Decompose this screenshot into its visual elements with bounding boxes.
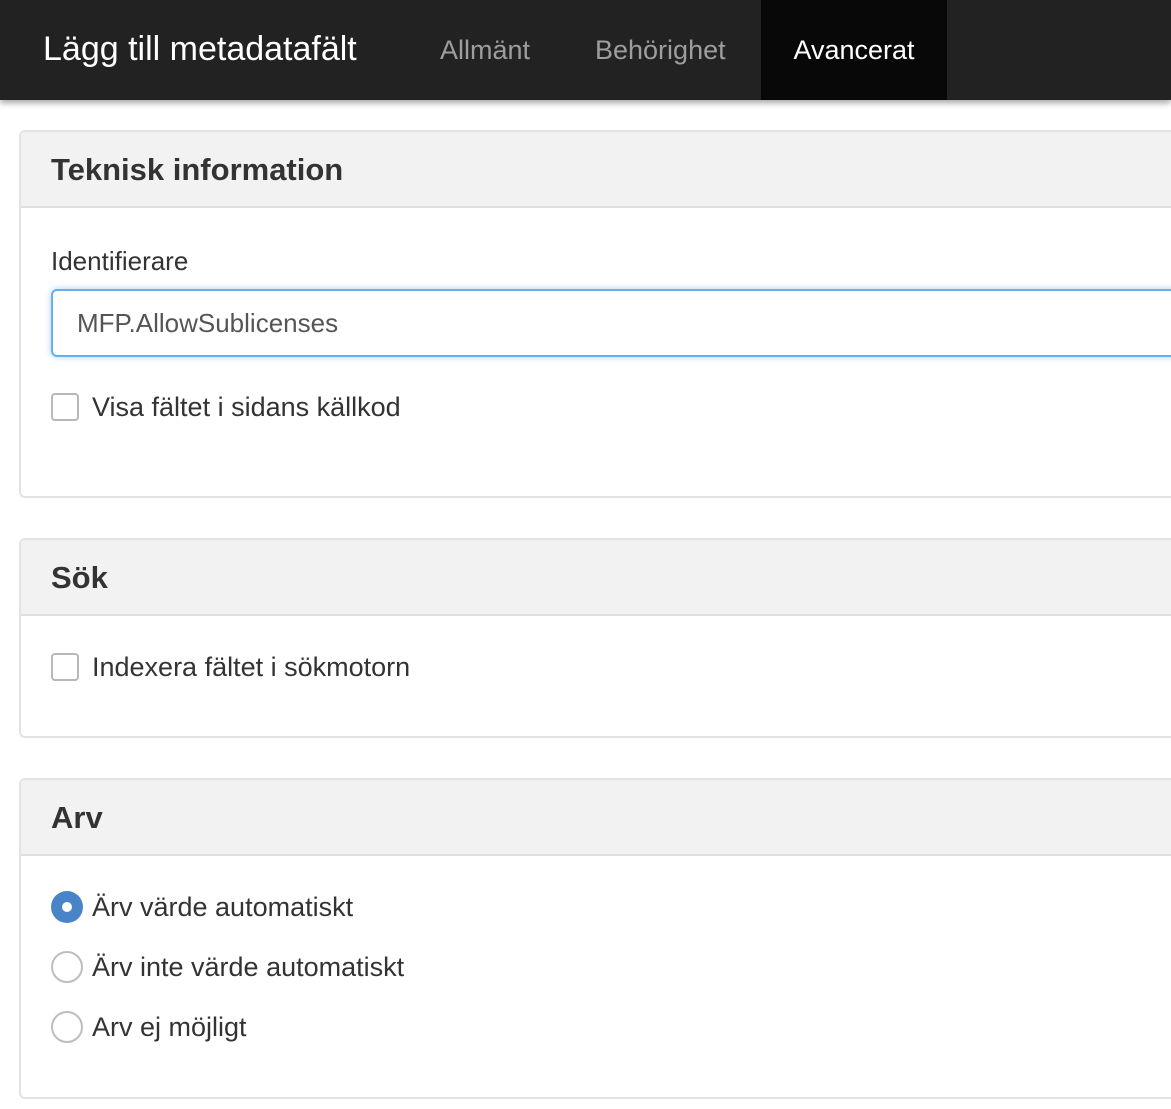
panel-title: Arv bbox=[51, 800, 103, 835]
no-inherit-auto-label: Ärv inte värde automatiskt bbox=[92, 952, 405, 982]
search-panel: Sök Indexera fältet i sökmotorn bbox=[19, 538, 1171, 738]
tab-general[interactable]: Allmänt bbox=[440, 0, 530, 100]
index-field-checkbox[interactable] bbox=[51, 653, 79, 681]
identifier-input[interactable] bbox=[51, 289, 1171, 357]
index-field-label: Indexera fältet i sökmotorn bbox=[92, 652, 411, 682]
show-in-source-label: Visa fältet i sidans källkod bbox=[92, 392, 401, 422]
show-in-source-option[interactable]: Visa fältet i sidans källkod bbox=[51, 390, 401, 424]
panel-header: Sök bbox=[21, 540, 1171, 616]
panel-title: Sök bbox=[51, 560, 108, 595]
show-in-source-checkbox[interactable] bbox=[51, 393, 79, 421]
inheritance-panel: Arv Ärv värde automatiskt Ärv inte värde… bbox=[19, 778, 1171, 1099]
page-title: Lägg till metadatafält bbox=[43, 30, 357, 68]
inherit-auto-label: Ärv värde automatiskt bbox=[92, 892, 354, 922]
top-navbar: Lägg till metadatafält Allmänt Behörighe… bbox=[0, 0, 1171, 100]
main-content: Teknisk information Identifierare Visa f… bbox=[0, 100, 1171, 1109]
inherit-not-possible-option[interactable]: Arv ej möjligt bbox=[51, 1010, 247, 1044]
no-inherit-auto-option[interactable]: Ärv inte värde automatiskt bbox=[51, 950, 404, 984]
tab-advanced[interactable]: Avancerat bbox=[761, 0, 947, 100]
inherit-auto-option[interactable]: Ärv värde automatiskt bbox=[51, 890, 353, 924]
tab-permission[interactable]: Behörighet bbox=[595, 0, 726, 100]
inherit-auto-radio[interactable] bbox=[51, 891, 83, 923]
panel-header: Arv bbox=[21, 780, 1171, 856]
panel-header: Teknisk information bbox=[21, 132, 1171, 208]
inherit-not-possible-radio[interactable] bbox=[51, 1011, 83, 1043]
index-field-option[interactable]: Indexera fältet i sökmotorn bbox=[51, 650, 410, 684]
inherit-not-possible-label: Arv ej möjligt bbox=[92, 1012, 247, 1042]
identifier-label: Identifierare bbox=[51, 246, 189, 276]
panel-title: Teknisk information bbox=[51, 152, 344, 187]
technical-info-panel: Teknisk information Identifierare Visa f… bbox=[19, 130, 1171, 498]
no-inherit-auto-radio[interactable] bbox=[51, 951, 83, 983]
